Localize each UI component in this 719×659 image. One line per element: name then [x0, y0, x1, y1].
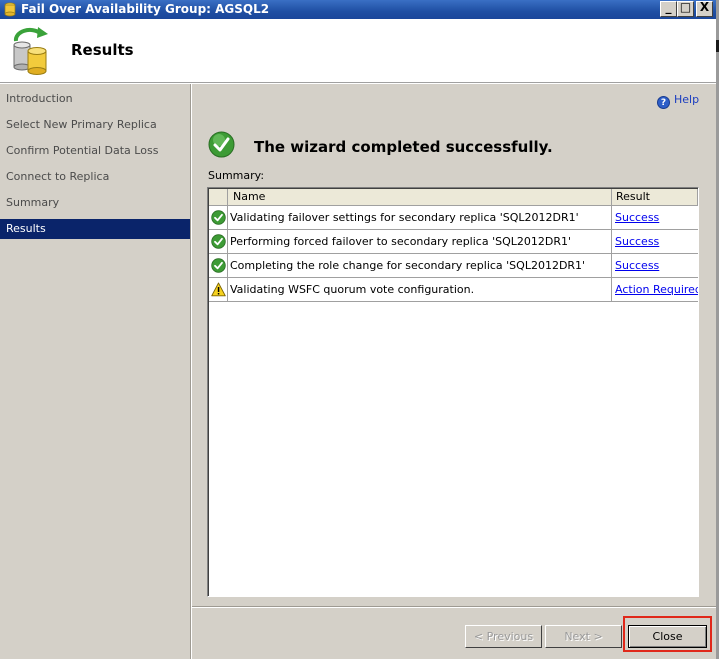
completion-message: The wizard completed successfully.	[254, 138, 553, 156]
wizard-sidebar: Introduction Select New Primary Replica …	[0, 84, 191, 659]
row-name: Validating WSFC quorum vote configuratio…	[228, 278, 612, 301]
sidebar-item-confirm-potential-data-loss[interactable]: Confirm Potential Data Loss	[0, 141, 190, 161]
summary-label: Summary:	[208, 169, 265, 182]
summary-grid: Name Result Validating failover settings…	[207, 187, 699, 597]
database-failover-icon	[13, 27, 48, 75]
warning-icon	[211, 282, 226, 297]
grid-header: Name Result	[209, 189, 698, 206]
row-name: Validating failover settings for seconda…	[228, 206, 612, 229]
table-row[interactable]: Performing forced failover to secondary …	[209, 230, 698, 254]
table-row[interactable]: Validating WSFC quorum vote configuratio…	[209, 278, 698, 302]
window-title: Fail Over Availability Group: AGSQL2	[21, 2, 270, 16]
result-link[interactable]: Action Required	[615, 283, 698, 296]
sidebar-item-connect-to-replica[interactable]: Connect to Replica	[0, 167, 190, 187]
table-row[interactable]: Validating failover settings for seconda…	[209, 206, 698, 230]
result-link[interactable]: Success	[615, 235, 659, 248]
result-link[interactable]: Success	[615, 259, 659, 272]
sidebar-item-results[interactable]: Results	[0, 219, 190, 239]
name-column-header[interactable]: Name	[228, 189, 612, 206]
row-name: Performing forced failover to secondary …	[228, 230, 612, 253]
status-column-header[interactable]	[209, 189, 228, 206]
previous-button[interactable]: < Previous	[465, 625, 542, 648]
close-button[interactable]: Close	[628, 625, 707, 648]
sidebar-item-introduction[interactable]: Introduction	[0, 89, 190, 109]
sidebar-item-select-new-primary-replica[interactable]: Select New Primary Replica	[0, 115, 190, 135]
row-name: Completing the role change for secondary…	[228, 254, 612, 277]
success-check-icon	[208, 131, 235, 158]
close-icon: X	[699, 0, 710, 14]
help-label: Help	[674, 93, 700, 106]
title-bar: Fail Over Availability Group: AGSQL2 _ □…	[0, 0, 716, 19]
minimize-icon: _	[665, 0, 672, 14]
result-column-header[interactable]: Result	[612, 189, 698, 206]
next-button[interactable]: Next >	[545, 625, 622, 648]
close-window-button[interactable]: X	[696, 0, 713, 17]
result-link[interactable]: Success	[615, 211, 659, 224]
page-title: Results	[71, 41, 134, 59]
help-icon: ?	[657, 96, 670, 109]
sidebar-item-summary[interactable]: Summary	[0, 193, 190, 213]
maximize-button[interactable]: □	[677, 0, 694, 17]
footer-divider	[192, 606, 716, 608]
success-icon	[211, 234, 226, 249]
wizard-header: Results	[0, 19, 716, 83]
success-icon	[211, 210, 226, 225]
app-icon	[4, 2, 16, 17]
success-icon	[211, 258, 226, 273]
table-row[interactable]: Completing the role change for secondary…	[209, 254, 698, 278]
main-panel: ? Help The wizard completed successfully.…	[192, 84, 716, 659]
help-link[interactable]: ? Help	[657, 93, 699, 109]
maximize-icon: □	[679, 0, 692, 14]
minimize-button[interactable]: _	[660, 0, 677, 17]
